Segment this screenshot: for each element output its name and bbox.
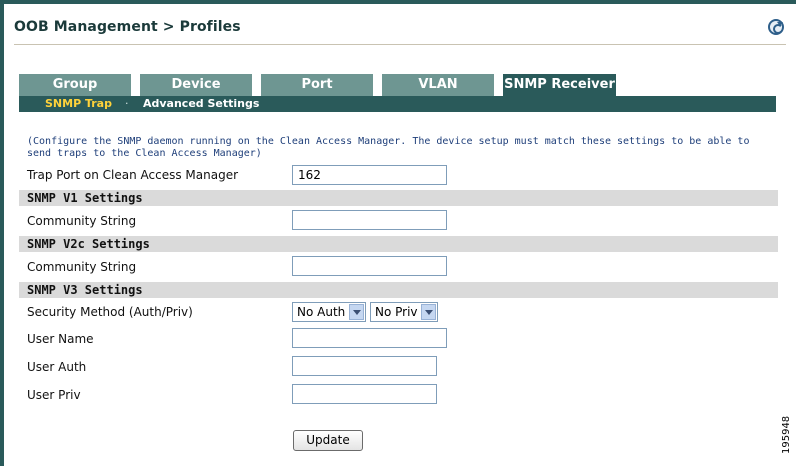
v2c-community-input[interactable] [292,256,447,276]
user-priv-input[interactable] [292,384,437,404]
subnav-snmp-trap[interactable]: SNMP Trap [45,97,112,111]
security-method-label: Security Method (Auth/Priv) [27,305,193,319]
tab-vlan[interactable]: VLAN [382,74,494,96]
v1-community-label: Community String [27,214,137,228]
subnav-separator: · [125,97,129,110]
user-priv-label: User Priv [27,388,81,402]
tab-snmp-receiver[interactable]: SNMP Receiver [503,74,616,96]
trap-port-label: Trap Port on Clean Access Manager [27,168,239,182]
refresh-help-icon[interactable] [768,19,784,35]
figure-id-text: 195948 [781,415,792,454]
update-button[interactable]: Update [293,430,363,451]
auth-select[interactable]: No Auth [292,302,366,322]
priv-select-value: No Priv [375,305,418,319]
chevron-down-icon[interactable] [349,304,364,320]
snmp-v3-section: SNMP V3 Settings [19,282,778,298]
v1-community-input[interactable] [292,210,447,230]
snmp-v1-section: SNMP V1 Settings [19,190,778,206]
subnav-advanced-settings[interactable]: Advanced Settings [143,97,259,111]
chevron-down-icon[interactable] [421,304,436,320]
subnav-bar: SNMP Trap · Advanced Settings [19,96,776,112]
config-note: (Configure the SNMP daemon running on th… [27,136,750,159]
user-auth-input[interactable] [292,356,437,376]
trap-port-input[interactable]: 162 [292,165,447,185]
title-divider [14,44,786,45]
auth-select-value: No Auth [297,305,346,319]
snmp-v3-title: SNMP V3 Settings [27,283,143,297]
user-name-input[interactable] [292,328,447,348]
tab-device[interactable]: Device [140,74,252,96]
user-auth-label: User Auth [27,360,87,374]
snmp-v2c-section: SNMP V2c Settings [19,236,778,252]
tab-port[interactable]: Port [261,74,373,96]
figure-id: 195948 [781,415,796,458]
snmp-v2c-title: SNMP V2c Settings [27,237,150,251]
tab-group[interactable]: Group [19,74,131,96]
page-title: OOB Management > Profiles [14,19,241,35]
v2c-community-label: Community String [27,260,137,274]
user-name-label: User Name [27,332,94,346]
priv-select[interactable]: No Priv [370,302,438,322]
snmp-v1-title: SNMP V1 Settings [27,191,143,205]
